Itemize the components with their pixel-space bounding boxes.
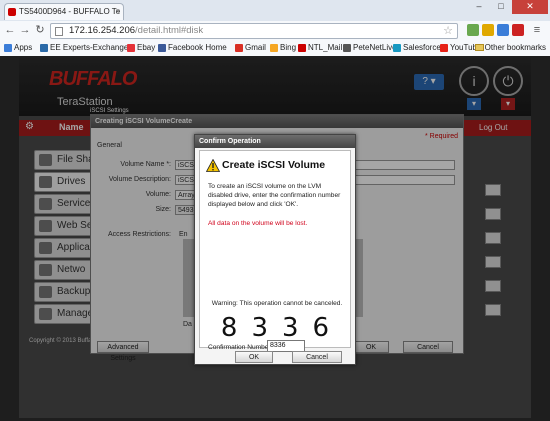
warning-icon: [206, 159, 220, 172]
other-bookmarks[interactable]: Other bookmarks: [474, 41, 546, 55]
url-path: /detail.html#disk: [135, 25, 204, 36]
forward-icon[interactable]: →: [18, 24, 32, 38]
reload-icon[interactable]: ↻: [33, 24, 47, 38]
bookmark-label: EE Experts-Exchange: [50, 43, 129, 52]
bookmark-item[interactable]: NTL_Mail: [298, 41, 342, 55]
bookmark-label: Salesforce: [403, 43, 441, 52]
confirm-operation-dialog: Confirm Operation Create iSCSI Volume To…: [194, 134, 356, 365]
bookmark-label: Ebay: [137, 43, 156, 52]
confirmation-number-label: Confirmation Number:: [208, 344, 273, 351]
code-digit: 3: [251, 313, 268, 343]
bookmark-label: NTL_Mail: [308, 43, 343, 52]
petenetlive-icon: [343, 44, 351, 52]
confirmation-code: 8 3 3 6: [200, 313, 350, 343]
confirm-heading: Create iSCSI Volume: [222, 159, 326, 171]
bookmark-item[interactable]: Apps: [4, 41, 32, 55]
url-host: 172.16.254.206: [69, 25, 136, 36]
bookmark-label: Apps: [14, 43, 33, 52]
code-digit: 8: [220, 313, 238, 343]
ebay-icon: [127, 44, 135, 52]
favicon-icon: [8, 8, 16, 16]
tab-close-icon[interactable]: ×: [115, 4, 120, 20]
facebook-icon: [158, 44, 166, 52]
bookmark-item[interactable]: Bing: [270, 41, 296, 55]
back-icon[interactable]: ←: [3, 24, 17, 38]
browser-tab[interactable]: TS5400D964 - BUFFALO Te ×: [4, 3, 124, 20]
extension-icon[interactable]: [482, 24, 494, 36]
confirm-cancel-button[interactable]: Cancel: [292, 351, 342, 363]
bing-icon: [270, 44, 278, 52]
gmail-icon: [235, 44, 243, 52]
bookmark-item[interactable]: PeteNetLive: [343, 41, 397, 55]
bookmark-star-icon[interactable]: ☆: [443, 24, 453, 38]
minimize-icon[interactable]: –: [468, 0, 490, 14]
extension-icon[interactable]: [512, 24, 524, 36]
data-loss-warning: All data on the volume will be lost.: [208, 220, 308, 227]
maximize-icon[interactable]: □: [490, 0, 512, 14]
bookmark-item[interactable]: Gmail: [235, 41, 266, 55]
apps-icon: [4, 44, 12, 52]
other-bookmarks-label: Other bookmarks: [484, 43, 546, 52]
ee-icon: [40, 44, 48, 52]
bookmark-item[interactable]: EE Experts-Exchange: [40, 41, 128, 55]
close-window-icon[interactable]: ✕: [512, 0, 548, 14]
bookmark-item[interactable]: Facebook Home: [158, 41, 227, 55]
nav-row: ← → ↻ 172.16.254.206/detail.html#disk ☆ …: [0, 21, 550, 41]
page-icon: [55, 27, 63, 36]
confirm-dialog-title: Confirm Operation: [195, 135, 355, 148]
extension-icon[interactable]: [467, 24, 479, 36]
address-bar[interactable]: 172.16.254.206/detail.html#disk ☆: [50, 23, 458, 39]
code-digit: 6: [312, 313, 330, 343]
bookmark-label: PeteNetLive: [353, 43, 397, 52]
bookmark-label: Gmail: [245, 43, 266, 52]
bookmark-item[interactable]: Salesforce: [393, 41, 441, 55]
bookmark-item[interactable]: Ebay: [127, 41, 155, 55]
salesforce-icon: [393, 44, 401, 52]
browser-chrome: TS5400D964 - BUFFALO Te × – □ ✕ ← → ↻ 17…: [0, 0, 550, 56]
confirm-instructions: To create an iSCSI volume on the LVM dis…: [208, 183, 341, 208]
confirm-ok-button[interactable]: OK: [235, 351, 273, 363]
extension-icon[interactable]: [497, 24, 509, 36]
cannot-cancel-warning: Warning: This operation cannot be cancel…: [211, 300, 343, 307]
bookmark-label: Bing: [280, 43, 297, 52]
bookmarks-bar: Apps EE Experts-Exchange Ebay Facebook H…: [0, 41, 550, 56]
ntl-mail-icon: [298, 44, 306, 52]
youtube-icon: [440, 44, 448, 52]
confirm-dialog-body: Create iSCSI Volume To create an iSCSI v…: [199, 150, 351, 352]
folder-icon: [474, 44, 484, 51]
menu-icon[interactable]: ≡: [530, 24, 544, 38]
code-digit: 3: [282, 313, 299, 343]
tab-title: TS5400D964 - BUFFALO Te: [19, 7, 121, 16]
window-controls: – □ ✕: [468, 0, 548, 14]
bookmark-label: Facebook Home: [168, 43, 227, 52]
